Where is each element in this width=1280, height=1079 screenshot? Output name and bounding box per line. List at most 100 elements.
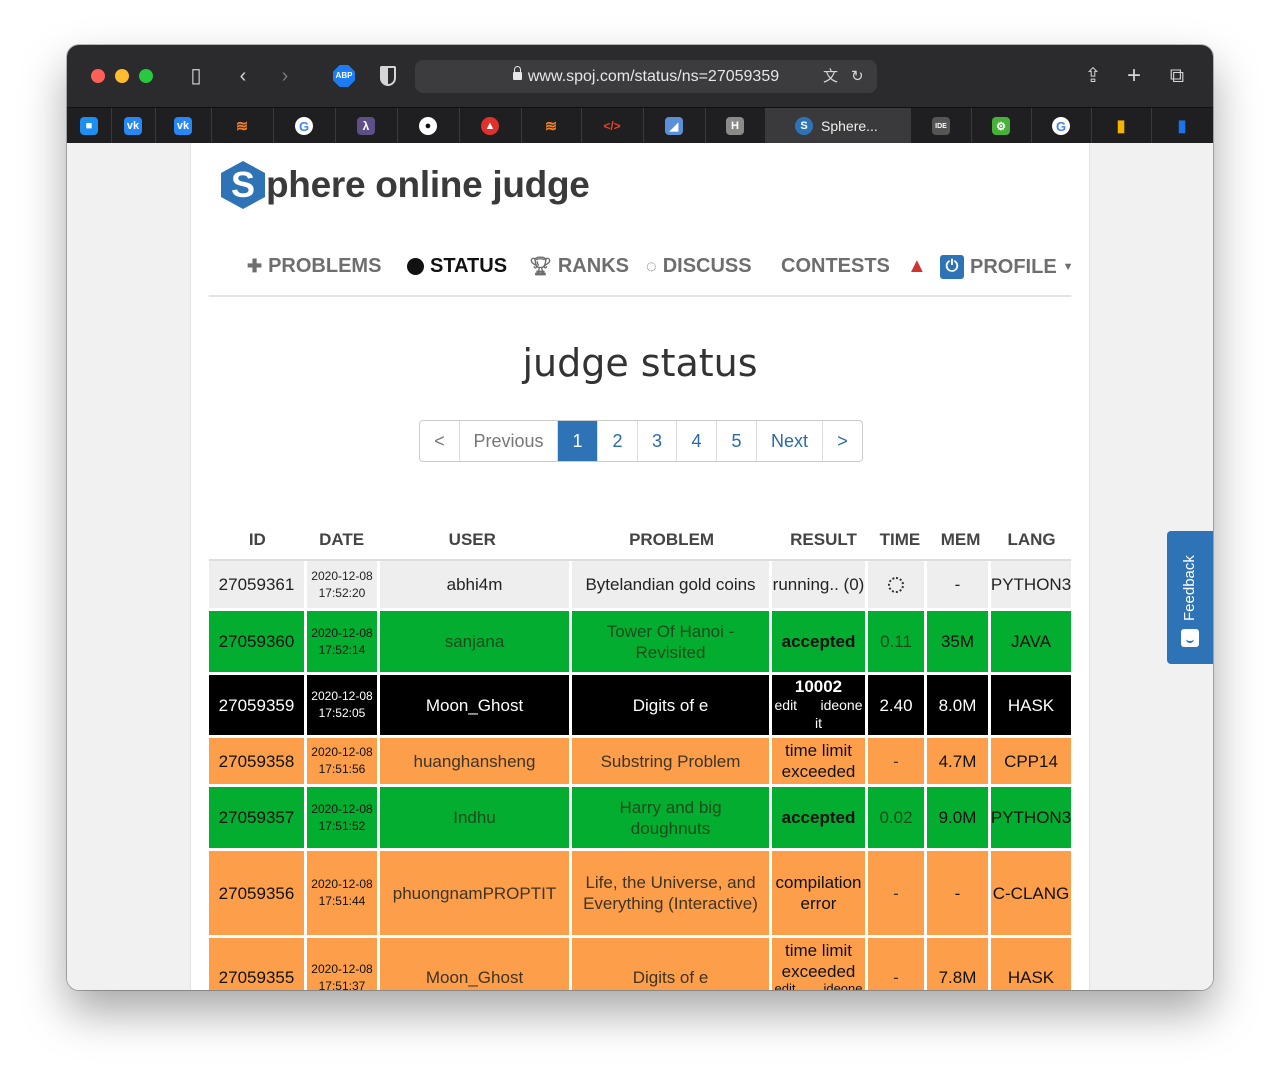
user-link[interactable]: huanghansheng: [380, 738, 572, 784]
tab-hoogle[interactable]: H: [705, 108, 766, 144]
site-logo[interactable]: S phere online judge: [221, 161, 590, 209]
tab-charts-2[interactable]: ▮: [1151, 108, 1213, 144]
memory-value: -: [927, 561, 991, 608]
language-value: C-CLANG: [992, 883, 1070, 903]
result-text: time limit exceeded: [781, 941, 856, 981]
result-status: 10002 edit ideone it: [772, 675, 868, 735]
user-link[interactable]: abhi4m: [380, 561, 572, 608]
tab-sphere[interactable]: S Sphere...: [765, 108, 911, 144]
address-bar[interactable]: www.spoj.com/status/ns=27059359 文 ↻: [415, 60, 877, 93]
brave-icon: ▲: [481, 117, 499, 135]
problem-link[interactable]: Bytelandian gold coins: [572, 561, 772, 608]
translate-icon[interactable]: 文: [823, 60, 838, 93]
tab-haskell[interactable]: λ: [335, 108, 398, 144]
time-value: 2.40: [868, 675, 927, 735]
active-tab-title: Sphere...: [821, 118, 878, 134]
nav-status[interactable]: STATUS: [407, 255, 507, 278]
warning-icon: ▲: [907, 255, 927, 277]
tab-code[interactable]: </>: [581, 108, 644, 144]
tab-stackoverflow-2[interactable]: ≋: [521, 108, 582, 144]
privacy-shield-icon[interactable]: [380, 66, 396, 86]
page-1[interactable]: 1: [558, 421, 598, 461]
language-value: JAVA: [1011, 632, 1051, 651]
page-first[interactable]: <: [420, 421, 460, 461]
nav-alert[interactable]: ▲: [907, 255, 927, 278]
nav-profile[interactable]: ⏻ PROFILE ▼: [940, 255, 1074, 279]
problem-link[interactable]: Life, the Universe, and Everything (Inte…: [572, 851, 772, 935]
tab-google[interactable]: G: [273, 108, 336, 144]
tab-overview-icon[interactable]: ⧉: [1167, 63, 1187, 89]
page-last[interactable]: >: [823, 421, 862, 461]
page-next[interactable]: Next: [757, 421, 823, 461]
sidebar-toggle-icon[interactable]: ▯: [184, 63, 208, 89]
tab-chat[interactable]: ■: [67, 108, 112, 144]
share-icon[interactable]: ⇪: [1083, 63, 1103, 89]
edit-link[interactable]: edit: [775, 982, 796, 991]
problem-link[interactable]: Substring Problem: [572, 738, 772, 784]
page-4[interactable]: 4: [677, 421, 717, 461]
page-3[interactable]: 3: [638, 421, 677, 461]
nav-status-label: STATUS: [430, 255, 508, 277]
page-previous[interactable]: Previous: [460, 421, 558, 461]
code-icon: </>: [603, 119, 621, 133]
user-link[interactable]: sanjana: [380, 611, 572, 672]
result-status: running.. (0): [772, 561, 868, 608]
tab-app[interactable]: ◢: [643, 108, 706, 144]
tab-ideone[interactable]: IDE: [911, 108, 972, 144]
feedback-button[interactable]: Feedback: [1167, 531, 1213, 664]
edit-link[interactable]: edit: [775, 696, 798, 714]
date-value: 2020-12-08: [311, 801, 373, 816]
problem-link[interactable]: Tower Of Hanoi - Revisited: [572, 611, 772, 672]
nav-ranks[interactable]: 🏆︎ RANKS: [529, 255, 629, 278]
nav-problems[interactable]: ✚ PROBLEMS: [247, 255, 381, 278]
tab-github[interactable]: ●: [397, 108, 460, 144]
power-icon: ⏻: [940, 255, 964, 279]
forward-icon[interactable]: ›: [275, 63, 295, 89]
zoom-window-button[interactable]: [139, 69, 153, 83]
close-window-button[interactable]: [91, 69, 105, 83]
nav-discuss[interactable]: ◌ DISCUSS: [646, 255, 752, 278]
nav-contests[interactable]: CONTESTS: [781, 255, 890, 278]
new-tab-icon[interactable]: +: [1124, 63, 1144, 89]
tab-google-2[interactable]: G: [1031, 108, 1092, 144]
problem-link[interactable]: Digits of e: [572, 938, 772, 990]
adblock-extension-icon[interactable]: ABP: [333, 65, 355, 87]
user-link[interactable]: Moon_Ghost: [380, 938, 572, 990]
tab-settings[interactable]: ⚙: [971, 108, 1032, 144]
smiley-icon: [1181, 629, 1199, 647]
ideone-link-wrap[interactable]: it: [815, 714, 822, 732]
problem-link[interactable]: Harry and big doughnuts: [572, 787, 772, 848]
tab-vk[interactable]: vk: [111, 108, 156, 144]
chat-icon: ■: [80, 117, 98, 135]
back-icon[interactable]: ‹: [233, 63, 253, 89]
header-id: ID: [248, 530, 266, 549]
page-2[interactable]: 2: [598, 421, 638, 461]
google-icon: G: [1052, 117, 1070, 135]
ideone-link[interactable]: ideone: [823, 982, 862, 991]
minimize-window-button[interactable]: [115, 69, 129, 83]
header-date: DATE: [319, 530, 365, 549]
page-5[interactable]: 5: [717, 421, 757, 461]
user-link[interactable]: phuongnamPROPTIT: [380, 851, 572, 935]
logo-text: phere online judge: [266, 164, 590, 205]
language-value: HASK: [1007, 695, 1055, 715]
submission-id: 27059359: [209, 675, 307, 735]
header-mem: MEM: [940, 530, 981, 549]
memory-value: -: [927, 851, 991, 935]
tab-charts[interactable]: ▮: [1091, 108, 1152, 144]
bar-chart-icon: ▮: [1116, 118, 1126, 135]
tab-brave[interactable]: ▲: [459, 108, 522, 144]
tab-stackoverflow[interactable]: ≋: [211, 108, 274, 144]
page-title: judge status: [522, 341, 758, 385]
user-link[interactable]: Indhu: [380, 787, 572, 848]
user-link[interactable]: Moon_Ghost: [380, 675, 572, 735]
tab-vk-2[interactable]: vk: [155, 108, 212, 144]
memory-value: 8.0M: [927, 675, 991, 735]
nav-problems-label: PROBLEMS: [268, 255, 382, 277]
submission-date: 2020-12-08 17:51:37: [307, 938, 380, 990]
ideone-link[interactable]: ideone: [820, 696, 862, 714]
puzzle-icon: ✚: [247, 256, 263, 276]
time-value: 17:52:20: [318, 585, 366, 600]
problem-link[interactable]: Digits of e: [572, 675, 772, 735]
reload-icon[interactable]: ↻: [851, 60, 864, 93]
